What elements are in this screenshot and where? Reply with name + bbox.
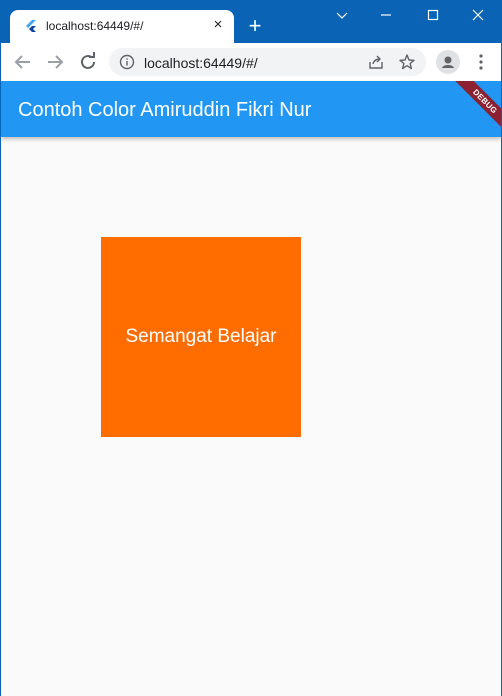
avatar[interactable] bbox=[436, 50, 460, 74]
tab-title: localhost:64449/#/ bbox=[46, 19, 144, 33]
debug-banner: DEBUG bbox=[452, 81, 501, 135]
share-icon[interactable] bbox=[367, 53, 385, 71]
app-bar: Contoh Color Amiruddin Fikri Nur bbox=[1, 81, 501, 137]
address-bar[interactable]: localhost:64449/#/ bbox=[109, 48, 426, 76]
new-tab-button[interactable]: + bbox=[243, 15, 267, 39]
url-text[interactable]: localhost:64449/#/ bbox=[144, 55, 258, 71]
chevron-down-icon[interactable] bbox=[327, 5, 357, 29]
minimize-button[interactable] bbox=[371, 5, 401, 29]
browser-toolbar: localhost:64449/#/ bbox=[1, 43, 501, 81]
orange-container: Semangat Belajar bbox=[101, 237, 301, 437]
close-window-button[interactable] bbox=[463, 5, 493, 29]
forward-arrow-icon[interactable] bbox=[43, 50, 67, 74]
star-icon[interactable] bbox=[398, 53, 416, 71]
maximize-button[interactable] bbox=[418, 5, 448, 29]
kebab-menu-icon[interactable] bbox=[471, 52, 491, 72]
flutter-icon bbox=[24, 19, 38, 33]
container-label: Semangat Belajar bbox=[125, 326, 277, 347]
title-bar: localhost:64449/#/ × + bbox=[1, 1, 501, 43]
tab-active[interactable]: localhost:64449/#/ × bbox=[10, 10, 234, 43]
tab-close-icon[interactable]: × bbox=[208, 15, 228, 35]
reload-icon[interactable] bbox=[76, 50, 100, 74]
flutter-app: Contoh Color Amiruddin Fikri Nur DEBUG S… bbox=[1, 81, 501, 696]
info-icon[interactable] bbox=[119, 54, 135, 70]
back-arrow-icon[interactable] bbox=[11, 50, 35, 74]
browser-window: localhost:64449/#/ × + localhost:64449/#… bbox=[0, 0, 502, 696]
page-title: Contoh Color Amiruddin Fikri Nur bbox=[18, 99, 312, 121]
debug-banner-area: DEBUG bbox=[441, 81, 501, 141]
